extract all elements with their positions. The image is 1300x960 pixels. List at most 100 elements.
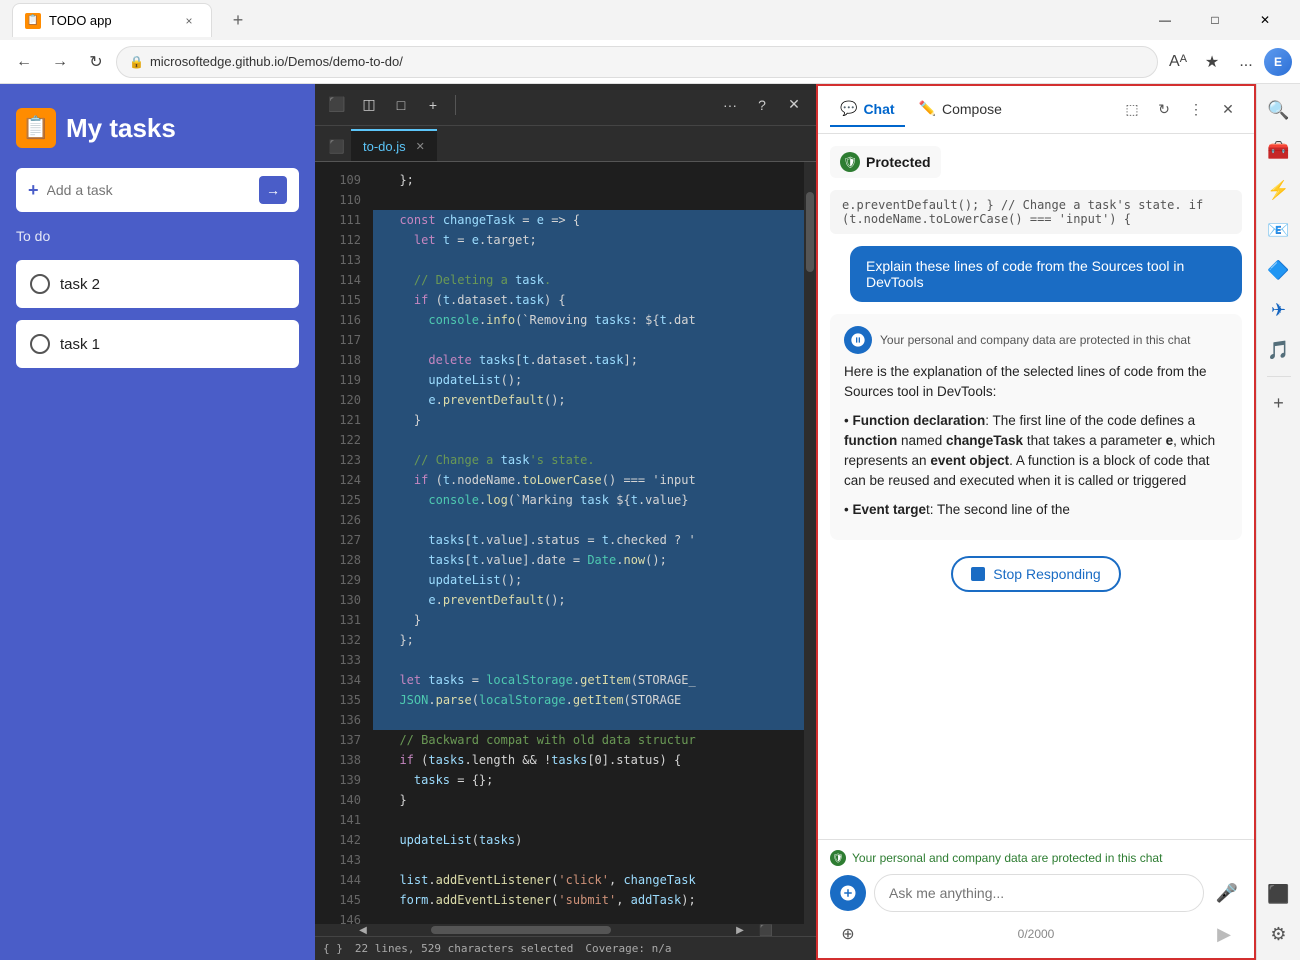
minimize-button[interactable]: — — [1142, 4, 1188, 36]
sidebar-outlook-btn[interactable]: 📧 — [1261, 212, 1297, 248]
devtools-responsive-btn[interactable]: ◫ — [355, 91, 383, 119]
screenshot-capture-btn[interactable]: ⊕ — [834, 920, 862, 948]
protected-text: Protected — [866, 154, 931, 170]
devtools-status-bar: { } 22 lines, 529 characters selected Co… — [315, 936, 816, 960]
user-message-bubble: Explain these lines of code from the Sou… — [850, 246, 1242, 302]
todo-icon: 📋 — [16, 108, 56, 148]
chat-body: 🛡 Protected e.preventDefault(); } // Cha… — [818, 134, 1254, 839]
open-in-sidebar-btn[interactable]: ⬚ — [1118, 96, 1146, 124]
ai-protected-note: Your personal and company data are prote… — [880, 331, 1190, 349]
chat-footer: 🛡 Your personal and company data are pro… — [818, 839, 1254, 958]
tab-close-btn[interactable]: × — [179, 11, 199, 31]
scroll-right-arrow[interactable]: ▶ — [732, 924, 748, 936]
stop-icon — [971, 567, 985, 581]
new-chat-icon — [839, 884, 857, 902]
refresh-chat-btn[interactable]: ↻ — [1150, 96, 1178, 124]
vertical-scrollbar[interactable] — [804, 162, 816, 924]
tab-close-x[interactable]: ✕ — [416, 140, 425, 153]
footer-shield-icon: 🛡 — [830, 850, 846, 866]
todo-checkbox-1[interactable] — [30, 274, 50, 294]
toolbar-right: Aᴬ ★ ... E — [1162, 46, 1292, 78]
main-content: 📋 My tasks + → To do task 2 task 1 ⬛ ◫ — [0, 84, 1300, 960]
devtools-more-btn[interactable]: ··· — [716, 91, 744, 119]
browser-window: 📋 TODO app × + — □ ✕ ← → ↻ 🔒 microsofted… — [0, 0, 1300, 960]
scroll-left-arrow[interactable]: ◀ — [355, 924, 371, 936]
browser-sidebar: 🔍 🧰 ⚡ 📧 🔷 ✈ 🎵 + ⬛ ⚙ — [1256, 84, 1300, 960]
profile-button[interactable]: E — [1264, 48, 1292, 76]
sidebar-copilot-btn[interactable]: ⚡ — [1261, 172, 1297, 208]
bullet2-text: t: The second line of the — [926, 502, 1070, 517]
ai-response-header: Your personal and company data are prote… — [844, 326, 1228, 354]
forward-button[interactable]: → — [44, 46, 76, 78]
scrollbar-thumb — [806, 192, 814, 272]
bullet-item-1: • Function declaration: The first line o… — [844, 411, 1228, 492]
todo-item-2[interactable]: task 1 — [16, 320, 299, 368]
devtools-help-btn[interactable]: ? — [748, 91, 776, 119]
copilot-icon — [850, 332, 866, 348]
code-content[interactable]: }; const changeTask = e => { let t = e.t… — [373, 162, 804, 924]
compose-tab-icon: ✏️ — [919, 100, 936, 117]
chat-close-btn[interactable]: ✕ — [1214, 96, 1242, 124]
refresh-button[interactable]: ↻ — [80, 46, 112, 78]
compose-tab[interactable]: ✏️ Compose — [909, 92, 1012, 127]
sidebar-purple-btn[interactable]: 🔷 — [1261, 252, 1297, 288]
devtools-tab-todo-js[interactable]: to-do.js ✕ — [351, 129, 437, 161]
sidebar-extensions-btn[interactable]: 🧰 — [1261, 132, 1297, 168]
stop-responding-btn[interactable]: Stop Responding — [951, 556, 1120, 592]
new-tab-button[interactable]: + — [224, 6, 252, 34]
devtools-dock-btn[interactable]: □ — [387, 91, 415, 119]
sidebar-search-btn[interactable]: 🔍 — [1261, 92, 1297, 128]
todo-checkbox-2[interactable] — [30, 334, 50, 354]
horizontal-scrollbar[interactable]: ◀ ▶ ⬛ — [315, 924, 816, 936]
maximize-button[interactable]: □ — [1192, 4, 1238, 36]
ai-intro-text: Here is the explanation of the selected … — [844, 362, 1228, 403]
sidebar-settings-btn[interactable]: ⚙ — [1261, 916, 1297, 952]
coverage-text: Coverage: n/a — [585, 942, 671, 955]
new-chat-btn[interactable] — [830, 875, 866, 911]
sidebar-spotify-btn[interactable]: 🎵 — [1261, 332, 1297, 368]
sidebar-send-btn[interactable]: ✈ — [1261, 292, 1297, 328]
todo-header: 📋 My tasks — [16, 100, 299, 156]
add-task-submit-btn[interactable]: → — [259, 176, 287, 204]
devtools-add-btn[interactable]: + — [419, 91, 447, 119]
code-context-bubble: e.preventDefault(); } // Change a task's… — [830, 190, 1242, 234]
mic-btn[interactable]: 🎤 — [1212, 878, 1242, 908]
title-bar: 📋 TODO app × + — □ ✕ — [0, 0, 1300, 40]
protected-shield-icon: 🛡 — [840, 152, 860, 172]
chat-input-field[interactable] — [874, 874, 1204, 912]
todo-panel: 📋 My tasks + → To do task 2 task 1 — [0, 84, 315, 960]
back-button[interactable]: ← — [8, 46, 40, 78]
devtools-close-btn[interactable]: ✕ — [780, 91, 808, 119]
devtools-toolbar: ⬛ ◫ □ + ··· ? ✕ — [315, 84, 816, 126]
add-task-input[interactable] — [47, 182, 251, 198]
sidebar-divider — [1267, 376, 1291, 377]
tab-label: to-do.js — [363, 139, 406, 154]
more-button[interactable]: ... — [1230, 46, 1262, 78]
chat-tab[interactable]: 💬 Chat — [830, 92, 905, 127]
send-btn[interactable]: ▶ — [1210, 920, 1238, 948]
chat-input-row: 🎤 — [830, 874, 1242, 912]
chat-tab-icon: 💬 — [840, 100, 857, 117]
address-bar[interactable]: 🔒 microsoftedge.github.io/Demos/demo-to-… — [116, 46, 1158, 78]
h-scrollbar-thumb — [431, 926, 611, 934]
devtools-inspect-btn[interactable]: ⬛ — [323, 91, 351, 119]
chat-more-btn[interactable]: ⋮ — [1182, 96, 1210, 124]
todo-title: My tasks — [66, 113, 176, 144]
sidebar-layout-btn[interactable]: ⬛ — [1261, 876, 1297, 912]
address-text: microsoftedge.github.io/Demos/demo-to-do… — [150, 54, 1145, 69]
active-tab[interactable]: 📋 TODO app × — [12, 3, 212, 37]
chat-tab-label: Chat — [863, 101, 894, 117]
todo-item-1[interactable]: task 2 — [16, 260, 299, 308]
add-task-bar[interactable]: + → — [16, 168, 299, 212]
code-editor: 1091101111121131141151161171181191201211… — [315, 162, 816, 924]
tab-favicon: 📋 — [25, 13, 41, 29]
reading-mode-button[interactable]: Aᴬ — [1162, 46, 1194, 78]
close-button[interactable]: ✕ — [1242, 4, 1288, 36]
char-count: 0/2000 — [1018, 927, 1055, 941]
devtools-sidebar-toggle[interactable]: ⬛ — [323, 133, 351, 161]
favorites-button[interactable]: ★ — [1196, 46, 1228, 78]
chat-header: 💬 Chat ✏️ Compose ⬚ ↻ ⋮ ✕ — [818, 86, 1254, 134]
sidebar-add-btn[interactable]: + — [1261, 385, 1297, 421]
bullet2-title: Event targe — [852, 502, 926, 517]
compose-tab-label: Compose — [942, 101, 1002, 117]
